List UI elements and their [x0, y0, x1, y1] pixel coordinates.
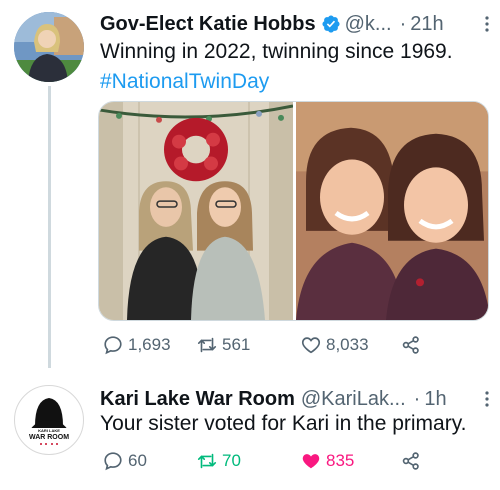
reply-button[interactable]: 1,693 — [102, 333, 171, 357]
more-options-icon[interactable] — [484, 14, 490, 34]
like-button[interactable]: 835 — [300, 449, 354, 473]
logo-line-2: WAR ROOM — [29, 434, 69, 441]
reply-icon — [104, 336, 122, 355]
share-button[interactable] — [400, 333, 426, 357]
reply-icon — [104, 452, 122, 471]
author-name[interactable]: Kari Lake War Room — [100, 388, 295, 411]
reply-button[interactable]: 60 — [102, 449, 147, 473]
avatar-kari-lake-war-room[interactable]: KARI LAKE WAR ROOM — [14, 385, 84, 455]
retweet-icon — [197, 337, 217, 353]
tweet-actions: 1,693 561 8,033 — [100, 333, 470, 357]
like-count: 8,033 — [326, 335, 369, 354]
retweet-icon — [197, 453, 217, 469]
separator-dot: · — [413, 387, 421, 410]
war-room-logo: KARI LAKE WAR ROOM — [16, 387, 82, 453]
photo-twins-smiling[interactable] — [296, 102, 489, 320]
tweet-actions: 60 70 835 — [100, 449, 470, 473]
author-handle[interactable]: @k... — [345, 13, 392, 36]
author-name[interactable]: Gov-Elect Katie Hobbs — [100, 13, 316, 36]
like-button[interactable]: 8,033 — [300, 333, 369, 357]
tweet-text: Winning in 2022, twinning since 1969. — [100, 40, 453, 63]
tweet-media[interactable] — [98, 101, 489, 321]
tweet-timestamp[interactable]: 1h — [424, 388, 446, 411]
retweet-button[interactable]: 70 — [196, 449, 241, 473]
retweet-count: 70 — [222, 451, 241, 470]
photo-twins-christmas-wreath[interactable] — [99, 102, 293, 320]
author-handle[interactable]: @KariLak... — [301, 388, 406, 411]
tweet-header: Gov-Elect Katie Hobbs @k... · 21h — [100, 10, 490, 38]
verified-badge-icon — [322, 15, 340, 33]
heart-filled-icon — [302, 454, 320, 469]
logo-line-1: KARI LAKE — [38, 428, 60, 433]
reply-count: 60 — [128, 451, 147, 470]
avatar-katie-hobbs[interactable] — [14, 12, 84, 82]
retweet-button[interactable]: 561 — [196, 333, 250, 357]
more-options-icon[interactable] — [484, 389, 490, 409]
share-icon — [402, 452, 419, 470]
tweet-timestamp[interactable]: 21h — [410, 13, 443, 36]
like-count: 835 — [326, 451, 355, 470]
tweet-text: Your sister voted for Kari in the primar… — [100, 412, 467, 435]
heart-icon — [301, 337, 321, 354]
hashtag-link[interactable]: #NationalTwinDay — [100, 67, 269, 97]
retweet-count: 561 — [222, 335, 251, 354]
share-icon — [402, 336, 419, 354]
avatar-photo — [14, 12, 84, 82]
separator-dot: · — [399, 12, 407, 35]
reply-count: 1,693 — [128, 335, 171, 354]
share-button[interactable] — [400, 449, 426, 473]
